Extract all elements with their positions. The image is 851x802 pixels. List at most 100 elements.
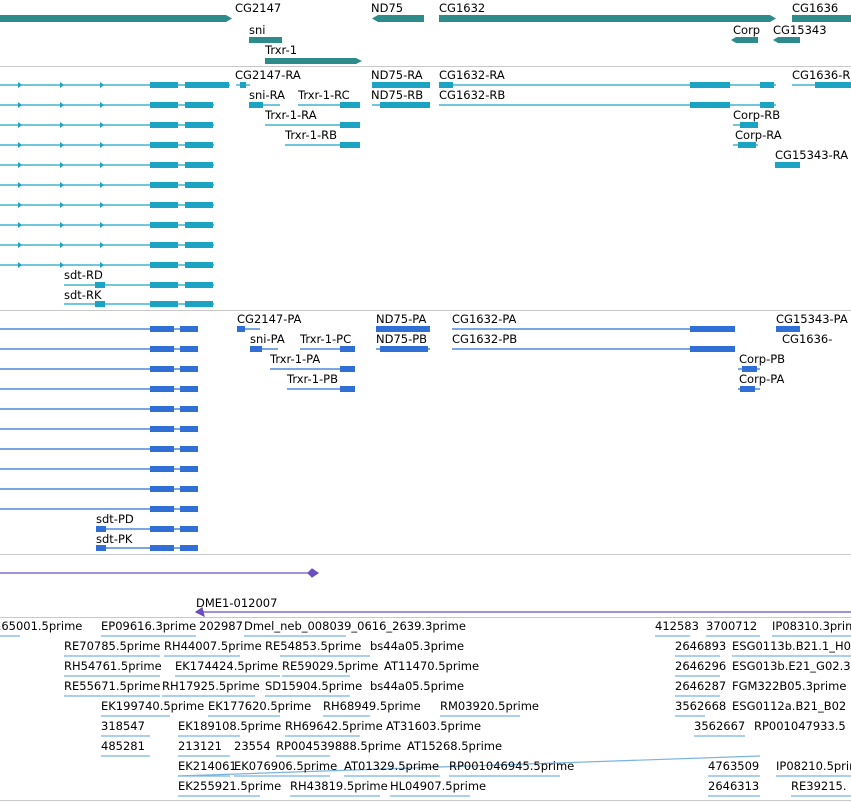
est-label[interactable]: 3562668 (675, 700, 726, 713)
est-label[interactable]: RM03920.5prime (440, 700, 539, 713)
est-label[interactable]: 2646313 (708, 780, 759, 793)
est-label[interactable]: RH17925.5prime (162, 680, 260, 693)
gene-bar[interactable] (265, 58, 362, 64)
est-label[interactable]: EK214061 (178, 760, 237, 773)
est-label[interactable]: RH44007.5prime (164, 640, 262, 653)
est-label[interactable]: 3562667 (694, 720, 745, 733)
gene-label[interactable]: CG2147 (235, 2, 281, 15)
est-label[interactable]: EK255921.5prime (178, 780, 281, 793)
est-label[interactable]: AT11470.5prime (384, 660, 479, 673)
est-label[interactable]: RH43819.5prime (290, 780, 388, 793)
protein-label[interactable]: CG15343-PA (776, 313, 848, 326)
est-label[interactable]: RE54853.5prime (265, 640, 361, 653)
transcript-label[interactable]: CG2147-RA (235, 69, 301, 82)
est-label[interactable]: 3700712 (706, 620, 757, 633)
protein-label[interactable]: Trxr-1-PB (287, 373, 338, 386)
gene-bar[interactable] (372, 15, 424, 22)
est-label[interactable]: EK174424.5prime (175, 660, 278, 673)
est-label[interactable]: EK177620.5prime (208, 700, 311, 713)
transcript-label[interactable]: sni-RA (249, 89, 285, 102)
transcript-glyphs[interactable] (0, 82, 851, 307)
est-label[interactable]: ESG0112a.B21_B02 (732, 700, 846, 713)
est-label[interactable]: 485281 (101, 740, 145, 753)
transcript-label[interactable]: sdt-RD (64, 269, 103, 282)
est-label[interactable]: RH68949.5prime (323, 700, 421, 713)
est-label[interactable]: RP001046945.5prime (449, 760, 574, 773)
gene-bar[interactable] (731, 37, 758, 43)
est-label[interactable]: AT15268.5prime (407, 740, 502, 753)
est-label[interactable]: 2646287 (675, 680, 726, 693)
est-label[interactable]: FGM322B05.3prime (732, 680, 846, 693)
est-label[interactable]: AT31603.5prime (386, 720, 481, 733)
gene-label[interactable]: ND75 (371, 2, 403, 15)
transcript-label[interactable]: Trxr-1-RC (298, 89, 350, 102)
protein-label[interactable]: Corp-PA (739, 373, 784, 386)
est-label[interactable]: 213121 (178, 740, 222, 753)
protein-label[interactable]: sdt-PD (96, 513, 134, 526)
est-label[interactable]: RE70785.5prime (64, 640, 160, 653)
protein-label[interactable]: ND75-PB (376, 333, 427, 346)
protein-label[interactable]: sdt-PK (96, 533, 132, 546)
protein-label[interactable]: sni-PA (250, 333, 285, 346)
protein-label[interactable]: Corp-PB (739, 353, 785, 366)
est-label[interactable]: 2646893 (675, 640, 726, 653)
est-label[interactable]: RE55671.5prime (64, 680, 160, 693)
transcript-label[interactable]: Trxr-1-RB (285, 129, 337, 142)
est-label[interactable]: RE39215. (791, 780, 847, 793)
est-label[interactable]: IP08310.3prime (772, 620, 851, 633)
transcript-label[interactable]: CG1636-R (792, 69, 850, 82)
gene-bar[interactable] (0, 15, 232, 22)
est-label[interactable]: ESG0113b.B21.1_H0 (732, 640, 851, 653)
est-label[interactable]: RE59029.5prime (282, 660, 378, 673)
protein-label[interactable]: Trxr-1-PC (300, 333, 351, 346)
est-label[interactable]: IP08210.5prime (776, 760, 851, 773)
protein-label[interactable]: CG2147-PA (237, 313, 301, 326)
gene-bar[interactable] (773, 37, 800, 43)
est-label[interactable]: RP004539888.5prime (276, 740, 401, 753)
gene-label[interactable]: Corp (733, 24, 760, 37)
est-label[interactable]: EK189108.5prime (178, 720, 281, 733)
est-label[interactable]: ESG013b.E21_G02.3 (732, 660, 851, 673)
gene-label[interactable]: sni (249, 24, 265, 37)
est-label[interactable]: Dmel_neb_008039_0616_2639.3prime (244, 620, 466, 633)
est-label[interactable]: 412583 (655, 620, 699, 633)
est-label[interactable]: 23554 (234, 740, 271, 753)
est-label[interactable]: bs44a05.3prime (370, 640, 464, 653)
est-label[interactable]: 4763509 (708, 760, 759, 773)
gene-label[interactable]: CG15343 (773, 24, 827, 37)
est-label[interactable]: RH69642.5prime (285, 720, 383, 733)
contig-glyphs[interactable] (0, 568, 851, 618)
gene-bar[interactable] (439, 15, 776, 22)
transcript-label[interactable]: ND75-RB (371, 89, 423, 102)
est-label[interactable]: AT01329.5prime (344, 760, 439, 773)
est-label[interactable]: 202987 (199, 620, 243, 633)
est-label[interactable]: 318547 (101, 720, 145, 733)
est-label[interactable]: HL04907.5prime (390, 780, 486, 793)
transcript-label[interactable]: CG15343-RA (775, 149, 848, 162)
gene-label[interactable]: CG1636 (792, 2, 838, 15)
est-label[interactable]: EK076906.5prime (234, 760, 337, 773)
est-label[interactable]: 165001.5prime (0, 620, 82, 633)
transcript-label[interactable]: Corp-RB (733, 109, 780, 122)
transcript-label[interactable]: ND75-RA (371, 69, 423, 82)
est-label[interactable]: RH54761.5prime (64, 660, 162, 673)
transcript-label[interactable]: CG1632-RA (439, 69, 505, 82)
est-label[interactable]: EK199740.5prime (101, 700, 204, 713)
transcript-label[interactable]: CG1632-RB (439, 89, 505, 102)
transcript-label[interactable]: sdt-RK (64, 289, 101, 302)
gene-label[interactable]: Trxr-1 (265, 44, 297, 57)
protein-label[interactable]: CG1636- (782, 333, 832, 346)
est-label[interactable]: 2646296 (675, 660, 726, 673)
gene-bar[interactable] (792, 15, 851, 22)
transcript-label[interactable]: Corp-RA (735, 129, 782, 142)
protein-label[interactable]: CG1632-PA (452, 313, 516, 326)
est-label[interactable]: bs44a05.5prime (370, 680, 464, 693)
contig-label[interactable]: DME1-012007 (196, 597, 277, 610)
est-label[interactable]: RP001047933.5 (754, 720, 846, 733)
transcript-label[interactable]: Trxr-1-RA (265, 109, 317, 122)
est-label[interactable]: SD15904.5prime (265, 680, 362, 693)
protein-label[interactable]: ND75-PA (376, 313, 426, 326)
protein-label[interactable]: CG1632-PB (452, 333, 517, 346)
protein-label[interactable]: Trxr-1-PA (270, 353, 320, 366)
gene-label[interactable]: CG1632 (439, 2, 485, 15)
